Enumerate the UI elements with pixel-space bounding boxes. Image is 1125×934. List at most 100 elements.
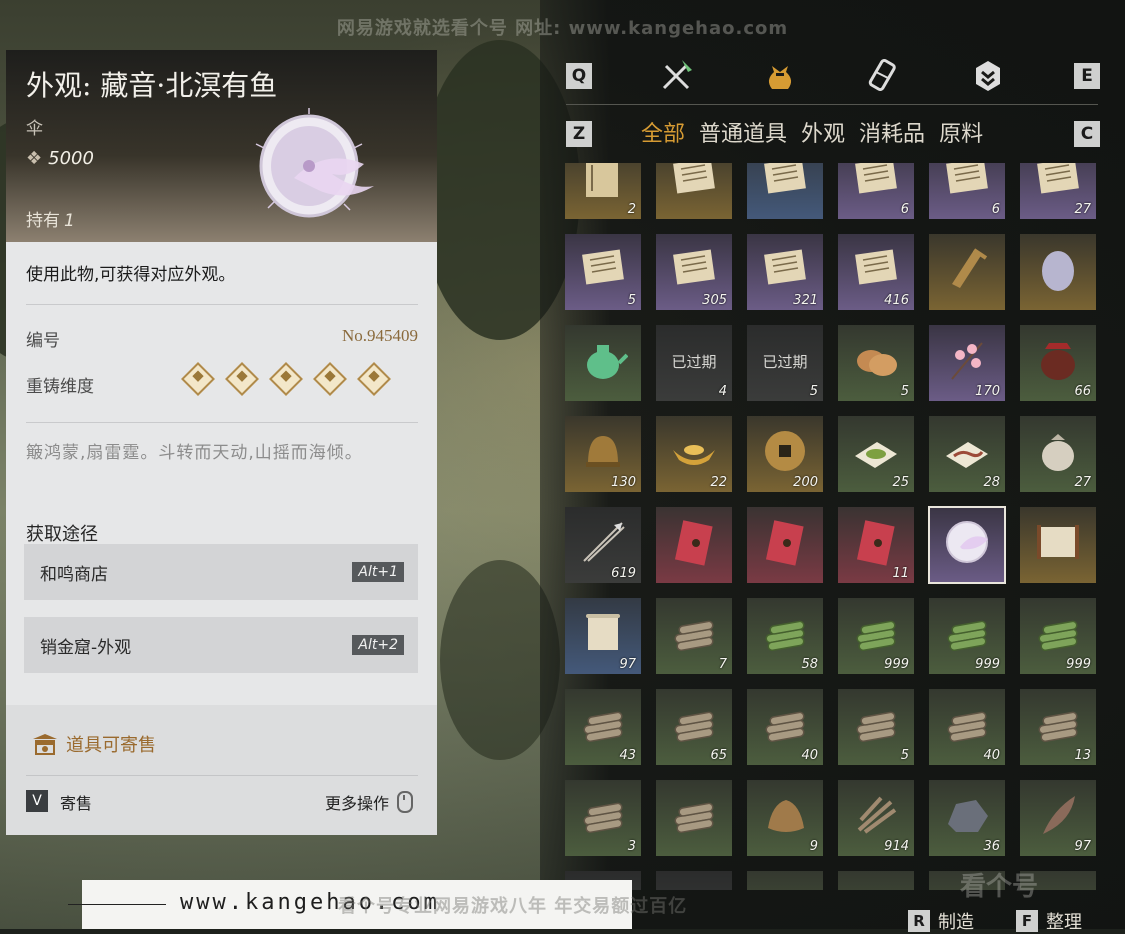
inventory-slot[interactable]: 130 [565, 416, 641, 492]
inventory-slot[interactable]: 170 [929, 325, 1005, 401]
recast-diamond-icon [181, 362, 215, 396]
price-value: 5000 [48, 148, 94, 169]
worm-icon [946, 442, 988, 468]
inventory-slot[interactable]: 已过期 4 [656, 325, 732, 401]
inventory-slot[interactable]: 66 [1020, 325, 1096, 401]
inventory-slot[interactable]: 2 [565, 163, 641, 219]
item-quantity: 97 [619, 657, 636, 672]
inventory-tabs: 全部 普通道具 外观 消耗品 原料 [641, 116, 983, 148]
source-label: 和鸣商店 [40, 565, 108, 585]
tab-all[interactable]: 全部 [641, 116, 685, 148]
letter-icon [855, 249, 897, 285]
logs-icon [674, 802, 714, 834]
inventory-slot[interactable]: 5 [838, 325, 914, 401]
tab-materials[interactable]: 原料 [939, 116, 983, 148]
inventory-slot[interactable]: 619 [565, 507, 641, 583]
logs-icon [583, 711, 623, 743]
source-button-appearance[interactable]: 销金窟-外观 Alt+2 [24, 617, 418, 673]
prev-category-key[interactable]: Q [566, 63, 592, 89]
sell-hotkey[interactable]: V [26, 790, 48, 812]
inventory-slot[interactable]: 28 [929, 416, 1005, 492]
currency-icon: ❖ [26, 148, 43, 169]
inventory-slot[interactable] [656, 780, 732, 856]
inventory-slot[interactable]: 已过期 5 [747, 325, 823, 401]
header-divider [566, 104, 1098, 105]
divider [26, 304, 418, 305]
inventory-slot[interactable] [656, 507, 732, 583]
detail-body: 使用此物,可获得对应外观。 编号 No.945409 重铸维度 簸鸿蒙,扇雷霆。… [6, 242, 437, 705]
sell-button[interactable]: 寄售 [60, 790, 92, 814]
inventory-slot[interactable]: 43 [565, 689, 641, 765]
inventory-slot[interactable]: 97 [565, 598, 641, 674]
red-envelope-icon [674, 520, 713, 566]
inventory-slot[interactable]: 27 [1020, 416, 1096, 492]
letter-icon [1037, 163, 1079, 194]
inventory-slot[interactable]: 305 [656, 234, 732, 310]
inventory-slot[interactable]: 58 [747, 598, 823, 674]
inventory-slot[interactable]: 65 [656, 689, 732, 765]
ingot-icon [673, 445, 715, 465]
source-button-shop[interactable]: 和鸣商店 Alt+1 [24, 544, 418, 600]
inventory-slot[interactable] [1020, 507, 1096, 583]
inventory-slot[interactable]: 6 [838, 163, 914, 219]
inventory-slot[interactable]: 11 [838, 507, 914, 583]
next-category-key[interactable]: E [1074, 63, 1100, 89]
more-actions-button[interactable]: 更多操作 [325, 790, 413, 814]
inventory-slot[interactable] [929, 234, 1005, 310]
recast-diamond-icon [357, 362, 391, 396]
swords-icon[interactable] [658, 58, 694, 94]
letter-icon [764, 249, 806, 285]
next-tab-key[interactable]: C [1074, 121, 1100, 147]
inventory-slot[interactable]: 97 [1020, 780, 1096, 856]
tab-normal-items[interactable]: 普通道具 [699, 116, 787, 148]
badge-icon[interactable] [970, 58, 1006, 94]
item-quantity: 9 [809, 839, 818, 854]
item-quantity: 27 [1074, 202, 1091, 217]
umbrella-icon [255, 108, 374, 218]
inventory-slot[interactable] [747, 163, 823, 219]
inventory-slot[interactable] [565, 325, 641, 401]
inventory-slot[interactable] [747, 507, 823, 583]
inventory-slot[interactable] [656, 871, 732, 890]
inventory-slot[interactable] [838, 871, 914, 890]
inventory-slot[interactable]: 3 [565, 780, 641, 856]
prev-tab-key[interactable]: Z [566, 121, 592, 147]
inventory-slot[interactable]: 321 [747, 234, 823, 310]
watermark-slogan: 看个号专业网易游戏八年 年交易额过百亿 [338, 896, 688, 917]
inventory-slot[interactable]: 416 [838, 234, 914, 310]
bag-icon[interactable] [762, 58, 798, 94]
inventory-slot[interactable]: 5 [565, 234, 641, 310]
inventory-slot[interactable]: 999 [838, 598, 914, 674]
sellable-note: 道具可寄售 [32, 731, 156, 757]
inventory-slot[interactable]: 13 [1020, 689, 1096, 765]
inventory-slot[interactable] [747, 871, 823, 890]
tab-appearance[interactable]: 外观 [801, 116, 845, 148]
inventory-slot[interactable]: 40 [747, 689, 823, 765]
book-icon [586, 163, 618, 197]
bamboo-icon [947, 620, 987, 652]
inventory-slot[interactable]: 6 [929, 163, 1005, 219]
item-quantity: 4 [718, 384, 727, 399]
inventory-slot[interactable] [928, 506, 1006, 584]
inventory-slot[interactable]: 27 [1020, 163, 1096, 219]
inventory-slot[interactable] [1020, 234, 1096, 310]
inventory-slot[interactable]: 5 [838, 689, 914, 765]
inventory-slot[interactable]: 9 [747, 780, 823, 856]
inventory-slot[interactable] [656, 163, 732, 219]
watermark-logo: 看个号 [960, 872, 1039, 902]
inventory-slot[interactable]: 36 [929, 780, 1005, 856]
inventory-slot[interactable]: 999 [1020, 598, 1096, 674]
inventory-slot[interactable]: 25 [838, 416, 914, 492]
craft-action[interactable]: R 制造 [908, 908, 974, 934]
scroll-icon[interactable] [866, 58, 902, 94]
inventory-slot[interactable]: 999 [929, 598, 1005, 674]
item-icon [669, 881, 719, 890]
inventory-slot[interactable]: 40 [929, 689, 1005, 765]
sort-action[interactable]: F 整理 [1016, 908, 1082, 934]
inventory-slot[interactable]: 200 [747, 416, 823, 492]
inventory-slot[interactable]: 914 [838, 780, 914, 856]
inventory-slot[interactable]: 7 [656, 598, 732, 674]
item-quantity: 40 [801, 748, 818, 763]
inventory-slot[interactable]: 22 [656, 416, 732, 492]
tab-consumables[interactable]: 消耗品 [859, 116, 925, 148]
